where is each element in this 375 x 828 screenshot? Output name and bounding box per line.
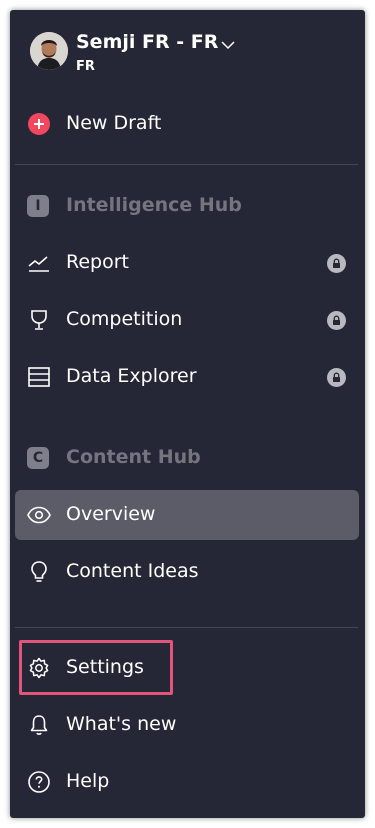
workspace-name: Semji FR - FR [76, 31, 219, 53]
divider [15, 164, 358, 165]
avatar [30, 32, 68, 70]
new-draft-label: New Draft [66, 112, 162, 134]
nav-item-help[interactable]: Help [15, 757, 359, 807]
nav-item-data-explorer[interactable]: Data Explorer [15, 352, 359, 402]
list-icon [27, 365, 51, 389]
trophy-icon [27, 308, 51, 332]
divider [15, 627, 358, 628]
content-hub-badge: C [27, 447, 49, 469]
section-content-hub: C Content Hub [15, 438, 359, 478]
lock-icon [327, 368, 346, 387]
nav-item-label: What's new [66, 713, 177, 735]
lock-icon [327, 311, 346, 330]
workspace-subtitle: FR [76, 59, 95, 74]
lightbulb-icon [27, 560, 51, 584]
nav-item-label: Data Explorer [66, 365, 197, 387]
help-circle-icon [27, 770, 51, 794]
nav-item-report[interactable]: Report [15, 238, 359, 288]
gear-icon [27, 656, 51, 680]
bell-icon [27, 713, 51, 737]
nav-item-overview[interactable]: Overview [15, 490, 359, 540]
nav-item-label: Competition [66, 308, 183, 330]
nav-item-label: Settings [66, 656, 144, 678]
section-title: Intelligence Hub [66, 194, 242, 216]
workspace-switcher[interactable]: Semji FR - FR FR [20, 27, 250, 77]
nav-item-label: Report [66, 251, 129, 273]
nav-item-label: Overview [66, 503, 156, 525]
nav-item-content-ideas[interactable]: Content Ideas [15, 547, 359, 597]
nav-item-competition[interactable]: Competition [15, 295, 359, 345]
nav-item-label: Content Ideas [66, 560, 199, 582]
section-title: Content Hub [66, 446, 201, 468]
lock-icon [327, 254, 346, 273]
sidebar: Semji FR - FR FR New Draft I Intelligenc… [10, 10, 365, 818]
chart-line-icon [27, 251, 51, 275]
chevron-down-icon[interactable] [220, 37, 236, 53]
new-draft-button[interactable]: New Draft [15, 99, 359, 149]
nav-item-settings[interactable]: Settings [15, 643, 359, 693]
eye-icon [27, 503, 51, 527]
intelligence-hub-badge: I [27, 195, 49, 217]
nav-item-whats-new[interactable]: What's new [15, 700, 359, 750]
plus-circle-icon [27, 112, 51, 136]
section-intelligence-hub: I Intelligence Hub [15, 186, 359, 226]
nav-item-label: Help [66, 770, 110, 792]
